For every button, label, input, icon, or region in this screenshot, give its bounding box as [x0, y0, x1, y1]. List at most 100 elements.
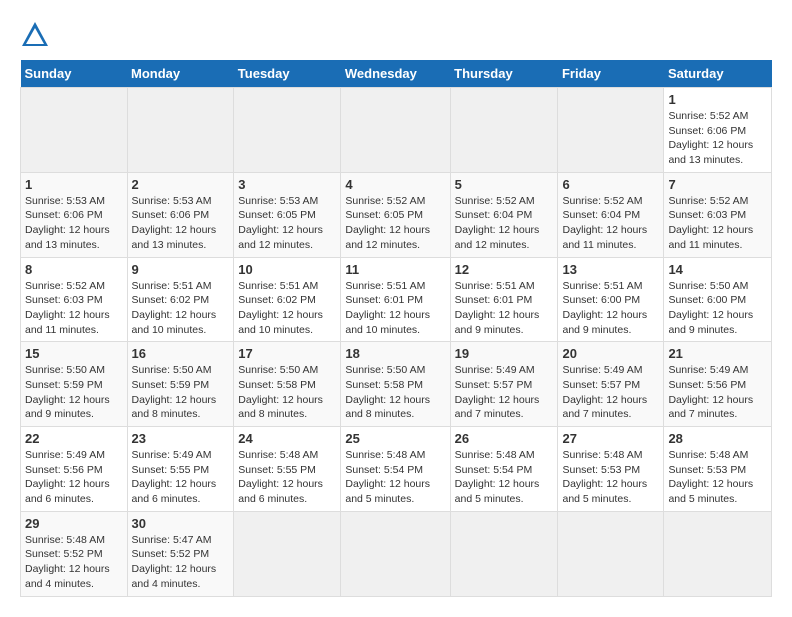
day-detail: Sunrise: 5:50 AM Sunset: 6:00 PM Dayligh…	[668, 279, 767, 338]
calendar-cell: 26Sunrise: 5:48 AM Sunset: 5:54 PM Dayli…	[450, 427, 558, 512]
day-detail: Sunrise: 5:50 AM Sunset: 5:58 PM Dayligh…	[238, 363, 336, 422]
calendar-cell: 2 Sunrise: 5:53 AM Sunset: 6:06 PM Daylig…	[127, 172, 234, 257]
calendar-cell: 3 Sunrise: 5:53 AM Sunset: 6:05 PM Daylig…	[234, 172, 341, 257]
day-detail: Sunrise: 5:48 AM Sunset: 5:52 PM Dayligh…	[25, 533, 123, 592]
calendar-cell	[341, 511, 450, 596]
week-row-1: 1 Sunrise: 5:52 AM Sunset: 6:06 PM Daylig…	[21, 88, 772, 173]
calendar-cell: 29 Sunrise: 5:48 AM Sunset: 5:52 PM Dayli…	[21, 511, 128, 596]
calendar-table: SundayMondayTuesdayWednesdayThursdayFrid…	[20, 60, 772, 597]
day-detail: Sunrise: 5:53 AM Sunset: 6:06 PM Dayligh…	[25, 194, 123, 253]
calendar-cell: 28 Sunrise: 5:48 AM Sunset: 5:53 PM Dayli…	[664, 427, 772, 512]
day-header-tuesday: Tuesday	[234, 60, 341, 88]
day-detail: Sunrise: 5:52 AM Sunset: 6:03 PM Dayligh…	[668, 194, 767, 253]
day-number: 16	[132, 346, 230, 361]
calendar-cell	[558, 511, 664, 596]
calendar-cell: 14Sunrise: 5:50 AM Sunset: 6:00 PM Dayli…	[664, 257, 772, 342]
day-header-friday: Friday	[558, 60, 664, 88]
day-detail: Sunrise: 5:48 AM Sunset: 5:53 PM Dayligh…	[668, 448, 767, 507]
day-detail: Sunrise: 5:51 AM Sunset: 6:01 PM Dayligh…	[455, 279, 554, 338]
day-number: 20	[562, 346, 659, 361]
calendar-cell: 19Sunrise: 5:49 AM Sunset: 5:57 PM Dayli…	[450, 342, 558, 427]
day-number: 26	[455, 431, 554, 446]
day-number: 7	[668, 177, 767, 192]
day-header-saturday: Saturday	[664, 60, 772, 88]
day-detail: Sunrise: 5:48 AM Sunset: 5:54 PM Dayligh…	[345, 448, 445, 507]
day-header-sunday: Sunday	[21, 60, 128, 88]
calendar-cell	[558, 88, 664, 173]
day-number: 30	[132, 516, 230, 531]
calendar-cell: 10 Sunrise: 5:51 AM Sunset: 6:02 PM Dayli…	[234, 257, 341, 342]
day-header-monday: Monday	[127, 60, 234, 88]
calendar-cell: 1 Sunrise: 5:53 AM Sunset: 6:06 PM Daylig…	[21, 172, 128, 257]
day-detail: Sunrise: 5:47 AM Sunset: 5:52 PM Dayligh…	[132, 533, 230, 592]
calendar-cell: 4Sunrise: 5:52 AM Sunset: 6:05 PM Daylig…	[341, 172, 450, 257]
week-row-6: 29 Sunrise: 5:48 AM Sunset: 5:52 PM Dayli…	[21, 511, 772, 596]
calendar-cell: 17 Sunrise: 5:50 AM Sunset: 5:58 PM Dayli…	[234, 342, 341, 427]
calendar-cell: 9 Sunrise: 5:51 AM Sunset: 6:02 PM Daylig…	[127, 257, 234, 342]
day-detail: Sunrise: 5:50 AM Sunset: 5:58 PM Dayligh…	[345, 363, 445, 422]
day-detail: Sunrise: 5:53 AM Sunset: 6:06 PM Dayligh…	[132, 194, 230, 253]
calendar-cell: 8Sunrise: 5:52 AM Sunset: 6:03 PM Daylig…	[21, 257, 128, 342]
day-number: 6	[562, 177, 659, 192]
calendar-cell: 24 Sunrise: 5:48 AM Sunset: 5:55 PM Dayli…	[234, 427, 341, 512]
calendar-cell	[664, 511, 772, 596]
calendar-cell: 15 Sunrise: 5:50 AM Sunset: 5:59 PM Dayli…	[21, 342, 128, 427]
calendar-cell	[450, 511, 558, 596]
calendar-cell: 16Sunrise: 5:50 AM Sunset: 5:59 PM Dayli…	[127, 342, 234, 427]
day-number: 5	[455, 177, 554, 192]
calendar-cell: 18 Sunrise: 5:50 AM Sunset: 5:58 PM Dayli…	[341, 342, 450, 427]
day-detail: Sunrise: 5:51 AM Sunset: 6:02 PM Dayligh…	[132, 279, 230, 338]
day-detail: Sunrise: 5:52 AM Sunset: 6:04 PM Dayligh…	[455, 194, 554, 253]
day-detail: Sunrise: 5:52 AM Sunset: 6:05 PM Dayligh…	[345, 194, 445, 253]
day-number: 1	[668, 92, 767, 107]
week-row-3: 8Sunrise: 5:52 AM Sunset: 6:03 PM Daylig…	[21, 257, 772, 342]
calendar-cell: 30 Sunrise: 5:47 AM Sunset: 5:52 PM Dayli…	[127, 511, 234, 596]
day-detail: Sunrise: 5:49 AM Sunset: 5:56 PM Dayligh…	[668, 363, 767, 422]
day-number: 22	[25, 431, 123, 446]
calendar-cell	[234, 511, 341, 596]
calendar-cell: 6Sunrise: 5:52 AM Sunset: 6:04 PM Daylig…	[558, 172, 664, 257]
day-number: 13	[562, 262, 659, 277]
calendar-cell: 1 Sunrise: 5:52 AM Sunset: 6:06 PM Daylig…	[664, 88, 772, 173]
day-number: 15	[25, 346, 123, 361]
calendar-cell: 25 Sunrise: 5:48 AM Sunset: 5:54 PM Dayli…	[341, 427, 450, 512]
day-detail: Sunrise: 5:51 AM Sunset: 6:00 PM Dayligh…	[562, 279, 659, 338]
day-detail: Sunrise: 5:49 AM Sunset: 5:57 PM Dayligh…	[562, 363, 659, 422]
logo	[20, 20, 54, 50]
calendar-cell	[234, 88, 341, 173]
week-row-5: 22 Sunrise: 5:49 AM Sunset: 5:56 PM Dayli…	[21, 427, 772, 512]
day-detail: Sunrise: 5:48 AM Sunset: 5:55 PM Dayligh…	[238, 448, 336, 507]
calendar-cell	[341, 88, 450, 173]
day-number: 24	[238, 431, 336, 446]
day-number: 21	[668, 346, 767, 361]
day-number: 2	[132, 177, 230, 192]
day-number: 27	[562, 431, 659, 446]
days-header-row: SundayMondayTuesdayWednesdayThursdayFrid…	[21, 60, 772, 88]
day-number: 29	[25, 516, 123, 531]
day-number: 1	[25, 177, 123, 192]
day-detail: Sunrise: 5:49 AM Sunset: 5:55 PM Dayligh…	[132, 448, 230, 507]
calendar-cell: 11Sunrise: 5:51 AM Sunset: 6:01 PM Dayli…	[341, 257, 450, 342]
calendar-cell: 20 Sunrise: 5:49 AM Sunset: 5:57 PM Dayli…	[558, 342, 664, 427]
day-detail: Sunrise: 5:52 AM Sunset: 6:03 PM Dayligh…	[25, 279, 123, 338]
day-number: 18	[345, 346, 445, 361]
day-detail: Sunrise: 5:53 AM Sunset: 6:05 PM Dayligh…	[238, 194, 336, 253]
calendar-cell: 22 Sunrise: 5:49 AM Sunset: 5:56 PM Dayli…	[21, 427, 128, 512]
week-row-4: 15 Sunrise: 5:50 AM Sunset: 5:59 PM Dayli…	[21, 342, 772, 427]
calendar-cell: 23Sunrise: 5:49 AM Sunset: 5:55 PM Dayli…	[127, 427, 234, 512]
day-detail: Sunrise: 5:52 AM Sunset: 6:06 PM Dayligh…	[668, 109, 767, 168]
day-detail: Sunrise: 5:50 AM Sunset: 5:59 PM Dayligh…	[25, 363, 123, 422]
day-detail: Sunrise: 5:49 AM Sunset: 5:56 PM Dayligh…	[25, 448, 123, 507]
day-number: 9	[132, 262, 230, 277]
logo-icon	[20, 20, 50, 50]
day-number: 19	[455, 346, 554, 361]
calendar-cell: 5 Sunrise: 5:52 AM Sunset: 6:04 PM Daylig…	[450, 172, 558, 257]
calendar-cell	[21, 88, 128, 173]
calendar-cell: 7 Sunrise: 5:52 AM Sunset: 6:03 PM Daylig…	[664, 172, 772, 257]
day-number: 25	[345, 431, 445, 446]
day-number: 10	[238, 262, 336, 277]
day-number: 17	[238, 346, 336, 361]
day-detail: Sunrise: 5:51 AM Sunset: 6:02 PM Dayligh…	[238, 279, 336, 338]
day-number: 28	[668, 431, 767, 446]
day-number: 3	[238, 177, 336, 192]
